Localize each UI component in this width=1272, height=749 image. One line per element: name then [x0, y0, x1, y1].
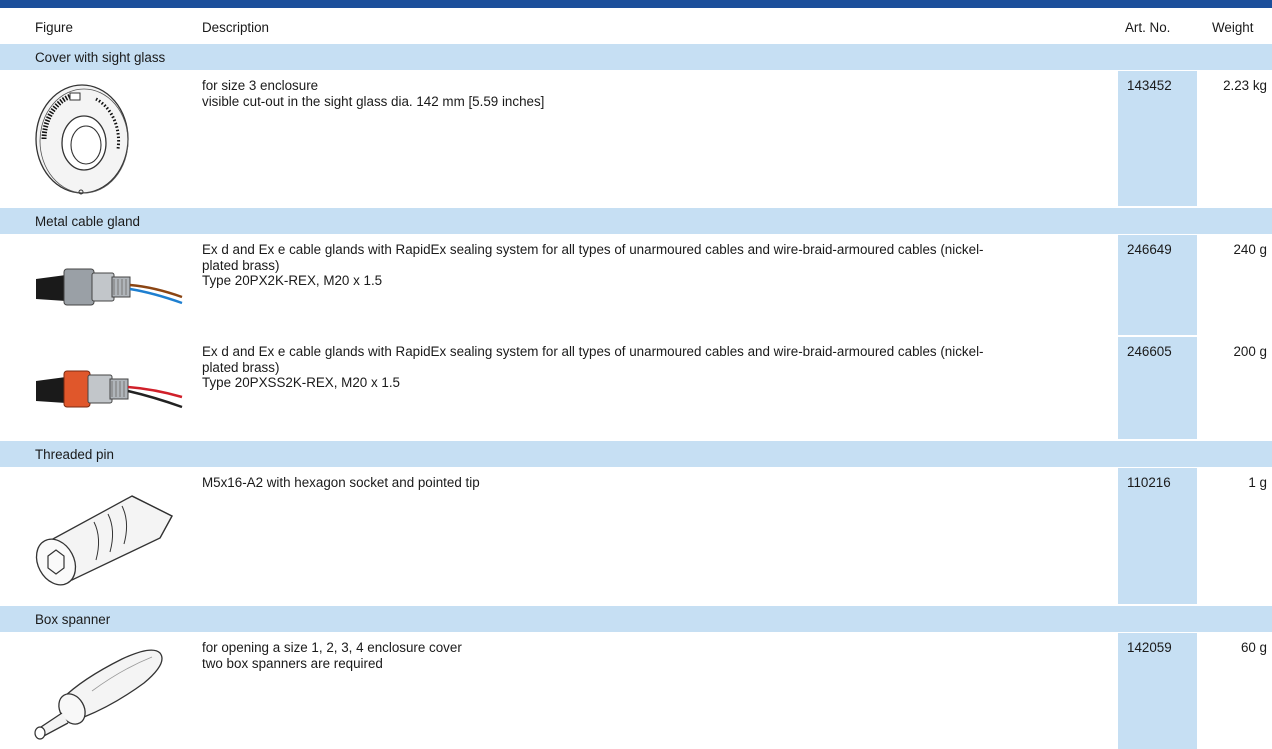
- item-description: for size 3 enclosure visible cut-out in …: [202, 78, 545, 109]
- item-weight: 2.23 kg: [1223, 78, 1267, 93]
- group-header-threaded-pin: Threaded pin: [0, 441, 1272, 467]
- group-header-metal-cable-gland: Metal cable gland: [0, 208, 1272, 234]
- table-row: Ex d and Ex e cable glands with RapidEx …: [0, 235, 1272, 335]
- group-title: Metal cable gland: [35, 214, 140, 229]
- header-description: Description: [202, 20, 269, 35]
- item-description: Ex d and Ex e cable glands with RapidEx …: [202, 344, 984, 390]
- item-description: for opening a size 1, 2, 3, 4 enclosure …: [202, 640, 462, 671]
- metal-cable-gland-icon: [36, 268, 183, 306]
- table-row: Ex d and Ex e cable glands with RapidEx …: [0, 337, 1272, 439]
- item-art-no: 246605: [1127, 344, 1172, 359]
- header-art-no: Art. No.: [1125, 20, 1171, 35]
- box-spanner-icon: [34, 649, 163, 740]
- cover-sight-glass-icon: [35, 84, 129, 195]
- table-row: M5x16-A2 with hexagon socket and pointed…: [0, 468, 1272, 604]
- table-header: Figure Description Art. No. Weight: [0, 10, 1272, 43]
- item-art-no: 246649: [1127, 242, 1172, 257]
- item-weight: 200 g: [1233, 344, 1267, 359]
- item-weight: 60 g: [1240, 640, 1267, 655]
- item-description: Ex d and Ex e cable glands with RapidEx …: [202, 242, 984, 288]
- item-description: M5x16-A2 with hexagon socket and pointed…: [202, 475, 480, 490]
- group-title: Threaded pin: [35, 447, 114, 462]
- threaded-pin-icon: [35, 495, 173, 586]
- top-accent-bar: [0, 0, 1272, 8]
- group-header-box-spanner: Box spanner: [0, 606, 1272, 632]
- header-figure: Figure: [35, 20, 73, 35]
- group-title: Box spanner: [35, 612, 111, 627]
- item-weight: 1 g: [1248, 475, 1267, 490]
- item-art-no: 143452: [1127, 78, 1172, 93]
- item-art-no: 142059: [1127, 640, 1172, 655]
- item-weight: 240 g: [1233, 242, 1267, 257]
- header-weight: Weight: [1212, 20, 1254, 35]
- group-header-cover-sight-glass: Cover with sight glass: [0, 44, 1272, 70]
- metal-cable-gland-red-seal-icon: [36, 370, 183, 409]
- item-art-no: 110216: [1127, 475, 1171, 490]
- group-title: Cover with sight glass: [35, 50, 166, 65]
- table-row: for opening a size 1, 2, 3, 4 enclosure …: [0, 633, 1272, 749]
- table-row: for size 3 enclosure visible cut-out in …: [0, 71, 1272, 206]
